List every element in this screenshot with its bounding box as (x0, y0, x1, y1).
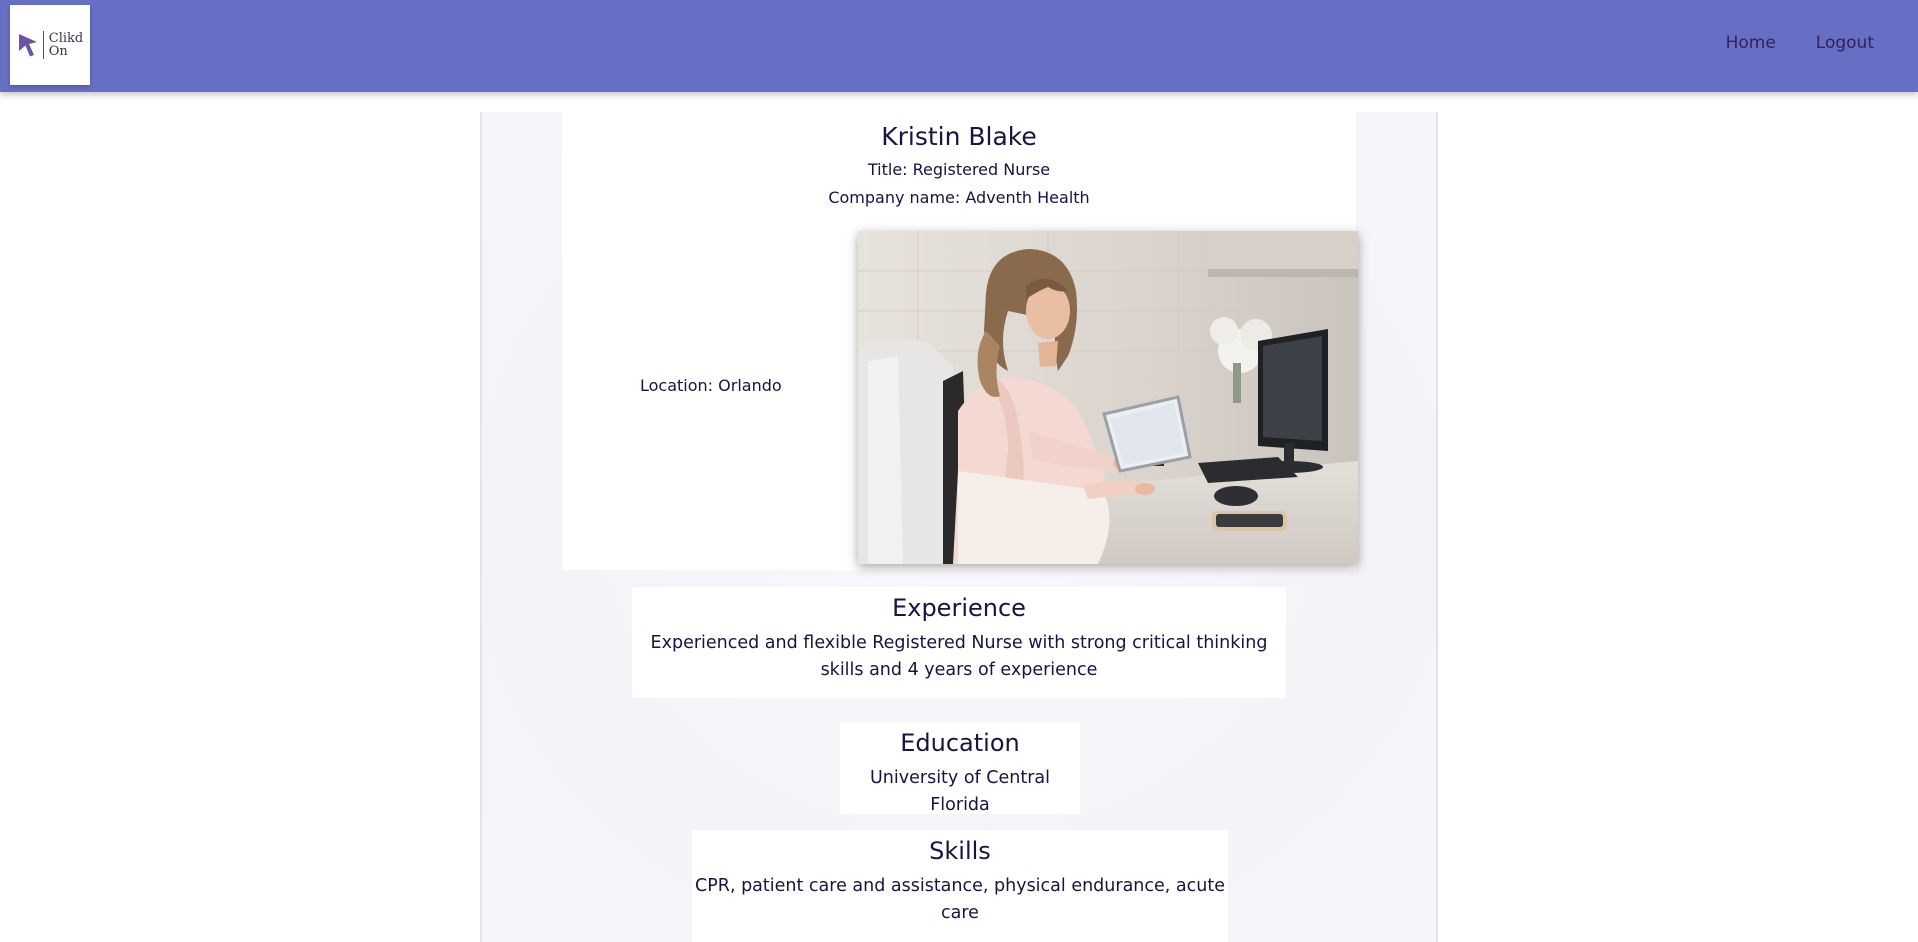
education-section: Education University of Central Florida (840, 722, 1080, 815)
profile-name: Kristin Blake (881, 122, 1037, 151)
logo-text: Clikd On (49, 32, 83, 58)
education-text: University of Central Florida (870, 768, 1050, 815)
profile-header: Kristin Blake Title: Registered Nurse Co… (562, 112, 1358, 570)
home-link[interactable]: Home (1726, 33, 1776, 53)
education-heading: Education (900, 729, 1020, 757)
logout-link[interactable]: Logout (1816, 33, 1874, 53)
cursor-arrow-icon (18, 34, 37, 57)
profile-title: Title: Registered Nurse (867, 160, 1051, 179)
profile-card: Kristin Blake Title: Registered Nurse Co… (480, 112, 1438, 942)
skills-heading: Skills (929, 837, 991, 865)
logo-text-line2: On (48, 44, 68, 59)
profile-company: Company name: Adventh Health (828, 188, 1090, 207)
experience-section: Experience Experienced and flexible Regi… (632, 587, 1286, 698)
nav-links: Home Logout (1726, 33, 1874, 53)
experience-text: Experienced and flexible Registered Nurs… (650, 633, 1268, 680)
skills-text: CPR, patient care and assistance, physic… (695, 876, 1225, 923)
logo-content: Clikd On (17, 31, 83, 59)
top-navbar: Clikd On Home Logout (0, 0, 1918, 92)
experience-heading: Experience (892, 594, 1026, 622)
logo-divider (42, 31, 44, 59)
profile-photo (858, 231, 1358, 564)
profile-location: Location: Orlando (640, 376, 782, 395)
app-logo[interactable]: Clikd On (10, 5, 90, 85)
skills-section: Skills CPR, patient care and assistance,… (692, 830, 1228, 942)
